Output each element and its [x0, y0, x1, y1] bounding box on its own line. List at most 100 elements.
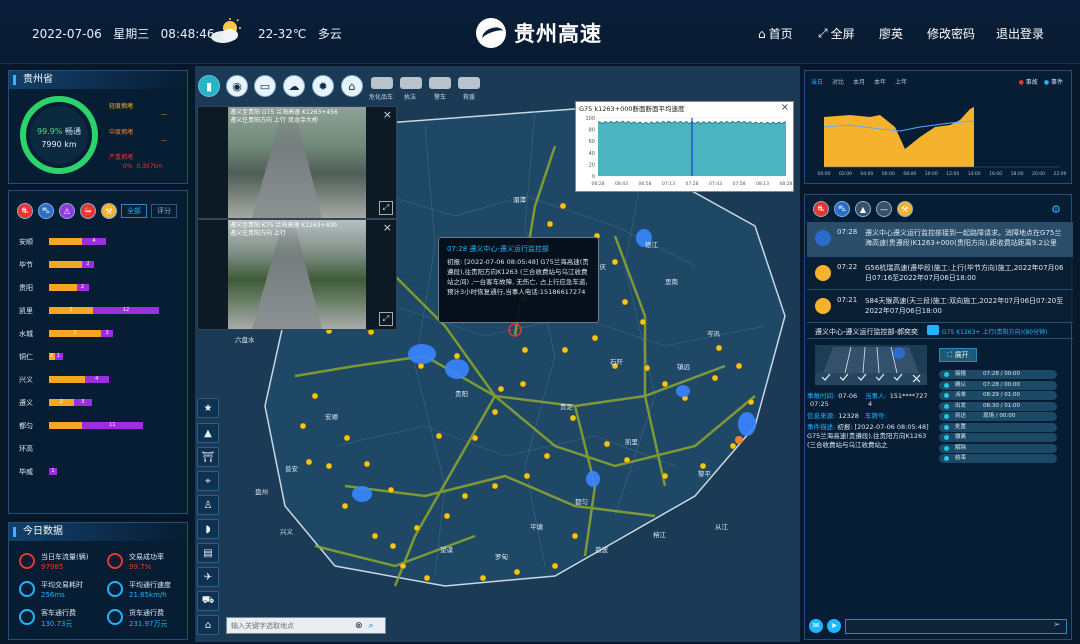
close-icon[interactable]: × [383, 108, 392, 121]
route-row[interactable]: 毕威 1 [19, 467, 191, 477]
toll-gate-icon[interactable]: ⛩ [197, 447, 219, 467]
route-row[interactable]: 环高 [19, 444, 191, 454]
toll-station-marker[interactable] [561, 346, 569, 354]
toll-station-marker[interactable] [729, 442, 737, 450]
lane-icon[interactable]: ▮ [198, 75, 220, 97]
car-filter-icon[interactable]: ⛍ [38, 203, 54, 219]
toll-station-marker[interactable] [443, 512, 451, 520]
gantry-tool-icon[interactable]: ▤ [197, 543, 219, 563]
service-area-icon[interactable]: ▲ [197, 423, 219, 443]
toll-station-marker[interactable] [523, 472, 531, 480]
toll-station-marker[interactable] [711, 374, 719, 382]
toll-station-marker[interactable] [363, 460, 371, 468]
toll-station-marker[interactable] [423, 574, 431, 582]
construction-filter-icon[interactable]: ⚒ [101, 203, 117, 219]
flow-tab[interactable]: 本年 [874, 77, 886, 86]
toll-station-marker[interactable] [343, 434, 351, 442]
nav-logout[interactable]: 退出登录 [996, 25, 1044, 42]
gantry-icon[interactable]: ▭ [254, 75, 276, 97]
route-row[interactable]: 都匀 11 [19, 421, 191, 431]
toll-station-marker[interactable] [611, 258, 619, 266]
fullscreen-camera-icon[interactable]: ⤢ [379, 201, 393, 215]
toll-station-marker[interactable] [461, 492, 469, 500]
toll-station-marker[interactable] [435, 432, 443, 440]
toll-station-marker[interactable] [603, 440, 611, 448]
toll-station-marker[interactable] [661, 380, 669, 388]
fullscreen-camera-icon[interactable]: ⤢ [379, 312, 393, 326]
toll-station-marker[interactable] [471, 434, 479, 442]
toll-station-marker[interactable] [453, 352, 461, 360]
toll-station-marker[interactable] [591, 334, 599, 342]
timeline-step[interactable]: 处置 [939, 422, 1057, 432]
incident-popup[interactable]: 07:28 遵义中心-遵义运行监控部 初报: [2022-07-06 08:05… [438, 237, 599, 323]
toll-station-marker[interactable] [546, 220, 554, 228]
toll-station-marker[interactable] [341, 502, 349, 510]
toll-station-marker[interactable] [311, 392, 319, 400]
toll-station-marker[interactable] [559, 202, 567, 210]
nav-user[interactable]: 廖英 [879, 25, 903, 42]
weather-icon[interactable]: ☁ [283, 75, 305, 97]
toll-station-marker[interactable] [569, 414, 577, 422]
event-item[interactable]: 07:21 S84天猴高速(天三段)施工:双向施工,2022年07月06日07:2… [807, 290, 1073, 323]
lock-icon[interactable]: ⌂ [197, 615, 219, 635]
flow-tab[interactable]: 上年 [895, 77, 907, 86]
route-row[interactable]: 毕节 2 [19, 260, 191, 270]
police-car-icon[interactable] [429, 77, 451, 89]
timeline-step[interactable]: 接报 07:28 / 00:00 [939, 370, 1057, 379]
speed-chart-window[interactable]: G75 k1263+000断面断面平均速度 × 100 80 60 40 20 0 08:2… [575, 101, 794, 192]
toll-station-marker[interactable] [735, 362, 743, 370]
closure-filter-icon[interactable]: ⛔ [80, 203, 96, 219]
telegram-icon[interactable]: ➤ [827, 619, 841, 633]
route-row[interactable]: 安顺 4 [19, 237, 191, 247]
toll-station-marker[interactable] [643, 364, 651, 372]
flow-tab[interactable]: 本月 [853, 77, 865, 86]
toll-station-marker[interactable] [491, 408, 499, 416]
nav-change-password[interactable]: 修改密码 [927, 25, 975, 42]
law-enforcement-icon[interactable] [400, 77, 422, 89]
toll-station-marker[interactable] [387, 486, 395, 494]
toll-station-marker[interactable] [623, 456, 631, 464]
toll-station-marker[interactable] [491, 482, 499, 490]
map-search-input[interactable] [231, 621, 349, 630]
camera-feed-2[interactable]: 遵义至贵阳 K75 兰海高速 K1263+400 遵义往贵阳方向 上行 × ⤢ [197, 219, 397, 330]
toll-station-marker[interactable] [571, 532, 579, 540]
toll-station-marker[interactable] [661, 472, 669, 480]
toll-station-marker[interactable] [521, 346, 529, 354]
person-icon[interactable]: ♙ [197, 495, 219, 515]
location-pin-icon[interactable]: ⌖ [197, 471, 219, 491]
toll-station-marker[interactable] [621, 298, 629, 306]
tunnel-icon[interactable]: ◗ [197, 519, 219, 539]
event-item[interactable]: 07:22 G56杭瑞高速(遵毕段)施工:上行(毕节方向)施工,2022年07月0… [807, 257, 1073, 290]
bus-icon[interactable]: ⛟ [197, 591, 219, 611]
toll-station-marker[interactable] [715, 344, 723, 352]
route-row[interactable]: 贵阳 2 [19, 283, 191, 293]
toll-station-marker[interactable] [389, 542, 397, 550]
chat-input[interactable] [845, 619, 1067, 634]
timeline-step[interactable]: 确认 07:28 / 00:00 [939, 380, 1057, 390]
route-row[interactable]: 水城 2 2 [19, 329, 191, 339]
toll-station-marker[interactable] [513, 568, 521, 576]
toll-station-marker[interactable] [551, 562, 559, 570]
toll-station-marker[interactable] [305, 458, 313, 466]
nav-fullscreen[interactable]: ⤢ 全屏 [818, 25, 855, 42]
accident-filter-icon[interactable]: ⛐ [17, 203, 33, 219]
toll-station-marker[interactable] [747, 398, 755, 406]
warning-filter-icon[interactable]: ⚠ [59, 203, 75, 219]
hazmat-truck-icon[interactable] [371, 77, 393, 89]
timeline-step[interactable]: 出发 08:30 / 01:00 [939, 401, 1057, 411]
timeline-step[interactable]: 到达 现场 / 00:00 [939, 412, 1057, 421]
car-filter-icon[interactable]: ⛍ [834, 201, 850, 217]
star-icon[interactable]: ★ [197, 398, 219, 418]
toll-station-icon[interactable]: ⌂ [341, 75, 363, 97]
plane-icon[interactable]: ✈ [197, 567, 219, 587]
close-icon[interactable]: × [383, 221, 392, 234]
settings-gear-icon[interactable]: ⚙ [1051, 203, 1061, 216]
clear-icon[interactable]: ⊗ [355, 621, 363, 631]
toll-station-marker[interactable] [399, 562, 407, 570]
route-row[interactable]: 铜仁 1 1 [19, 352, 191, 362]
camera-icon[interactable]: ◉ [226, 75, 248, 97]
toll-station-marker[interactable] [413, 524, 421, 532]
toll-station-marker[interactable] [325, 462, 333, 470]
toll-station-marker[interactable] [299, 422, 307, 430]
tab-score[interactable]: 评分 [151, 204, 177, 218]
